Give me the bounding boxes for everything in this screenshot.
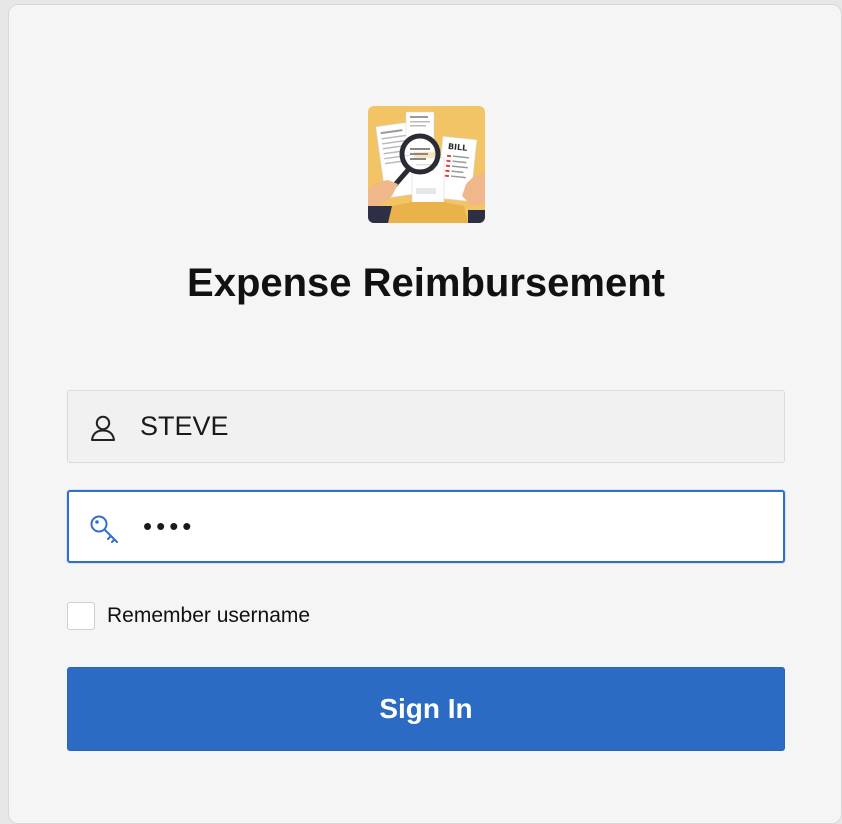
remember-username-label[interactable]: Remember username [107,602,310,630]
login-card: BILL Expense Reimbursement STEVE •••• Re… [8,4,842,824]
key-icon [89,514,119,544]
password-value: •••• [143,511,196,541]
user-icon [88,413,118,443]
username-value: STEVE [140,411,229,441]
page-title: Expense Reimbursement [187,261,665,305]
username-field[interactable]: STEVE [67,390,785,463]
password-field[interactable]: •••• [67,490,785,563]
remember-username-checkbox[interactable] [67,602,95,630]
sign-in-button[interactable]: Sign In [67,667,785,751]
expense-audit-logo: BILL [368,106,485,223]
